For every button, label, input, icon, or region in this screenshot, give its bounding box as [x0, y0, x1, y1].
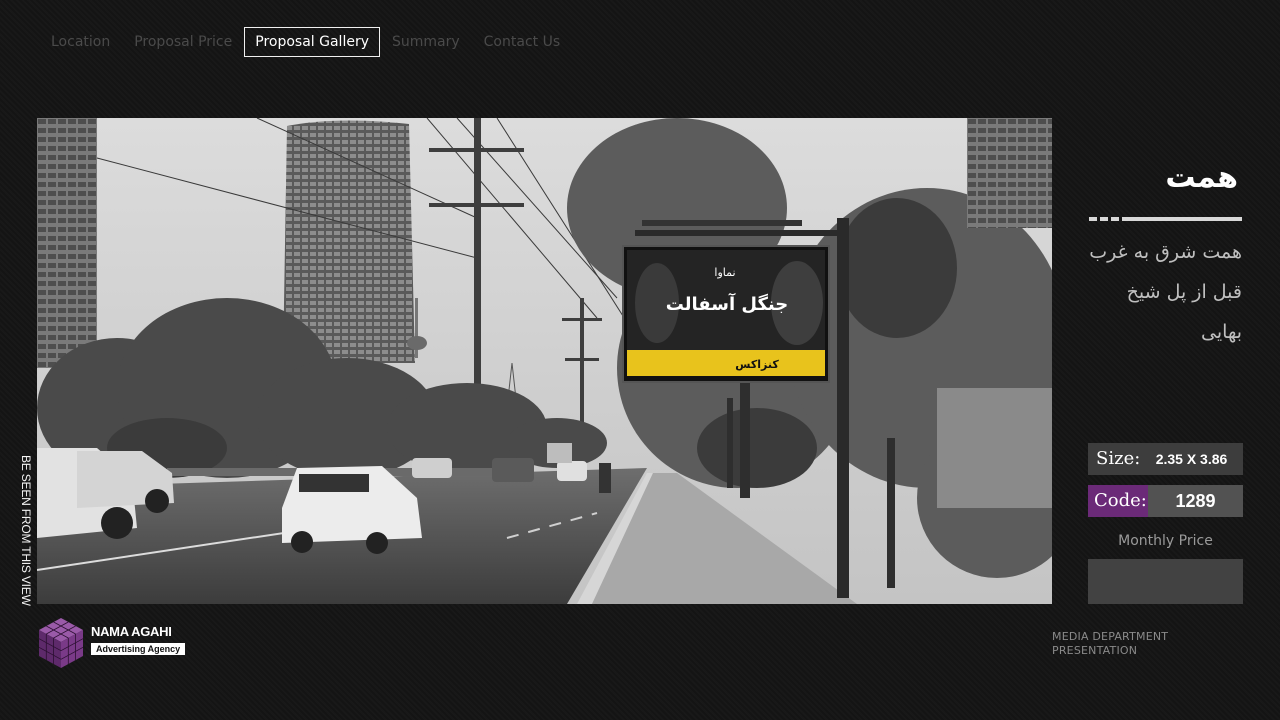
cube-logo-icon — [38, 618, 84, 668]
department-line-2: PRESENTATION — [1052, 644, 1138, 657]
code-label: Code: — [1088, 485, 1148, 517]
nav-item-summary[interactable]: Summary — [380, 27, 472, 57]
monthly-price-label: Monthly Price — [1118, 533, 1213, 549]
nav-item-location[interactable]: Location — [40, 27, 122, 57]
billboard-footer: کنزاکس — [735, 358, 779, 371]
title-divider — [1089, 217, 1244, 221]
vertical-caption: BE SEEN FROM THIS VIEW — [19, 455, 33, 606]
size-label: Size: — [1088, 443, 1140, 475]
code-value: 1289 — [1148, 485, 1243, 517]
nav-item-proposal-gallery[interactable]: Proposal Gallery — [244, 27, 380, 57]
vertical-caption-text: BE SEEN FROM THIS VIEW — [19, 455, 33, 606]
nav-item-contact-us[interactable]: Contact Us — [472, 27, 572, 57]
company-logo: NAMA AGAHI Advertising Agency — [37, 616, 186, 670]
location-title: همت — [1165, 160, 1238, 195]
department-line-1: MEDIA DEPARTMENT — [1052, 630, 1169, 643]
billboard-title: جنگل آسفالت — [666, 292, 789, 315]
billboard-photo: نماوا جنگل آسفالت کنزاکس — [37, 118, 1052, 604]
size-row: Size: 2.35 X 3.86 — [1088, 443, 1243, 475]
code-row: Code: 1289 — [1088, 485, 1243, 517]
top-nav: Location Proposal Price Proposal Gallery… — [40, 27, 572, 57]
nav-item-proposal-price[interactable]: Proposal Price — [122, 27, 244, 57]
logo-name: NAMA AGAHI — [91, 623, 172, 639]
size-value: 2.35 X 3.86 — [1140, 443, 1243, 475]
location-description: همت شرق به غرب قبل از پل شیخ بهایی — [1089, 241, 1242, 343]
monthly-price-box — [1088, 559, 1243, 604]
logo-subtitle: Advertising Agency — [91, 642, 186, 655]
billboard-brand: نماوا — [714, 266, 735, 279]
department-caption: MEDIA DEPARTMENT PRESENTATION — [1052, 630, 1168, 658]
